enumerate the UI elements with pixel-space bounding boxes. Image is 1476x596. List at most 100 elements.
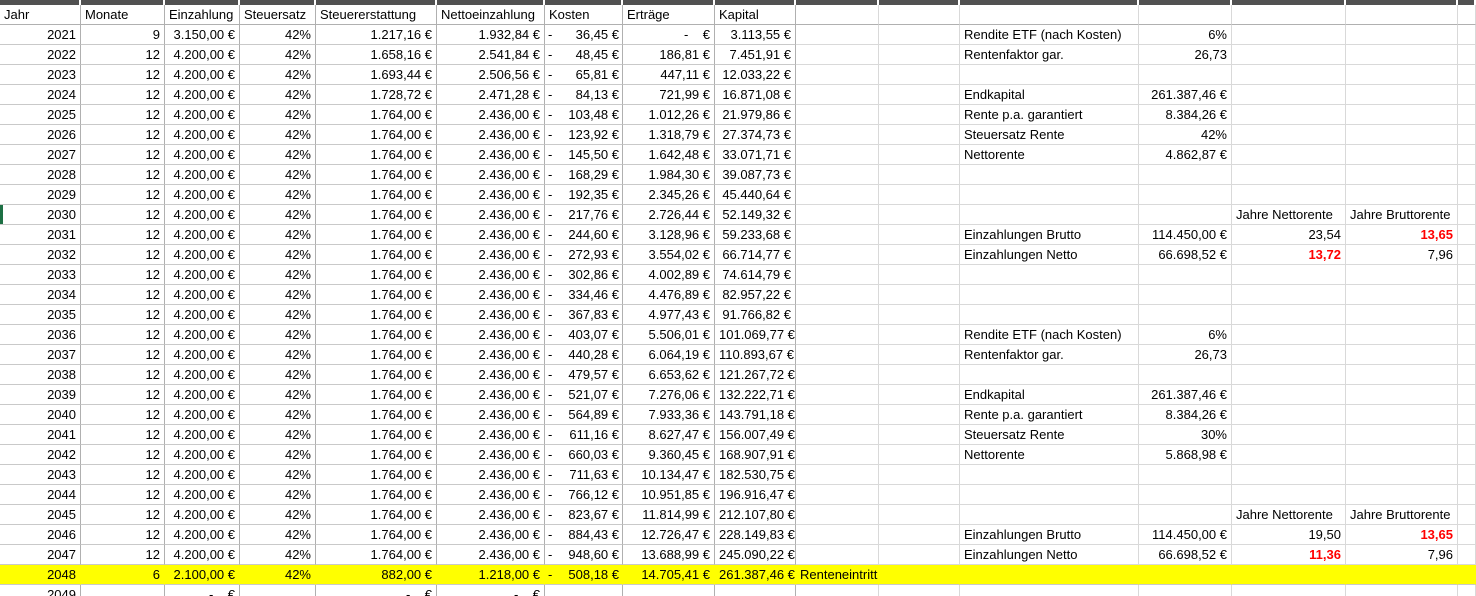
cell-note[interactable] — [796, 145, 879, 165]
cell-monate[interactable]: 12 — [81, 545, 165, 565]
cell-empty[interactable] — [1458, 345, 1476, 365]
cell-note[interactable] — [796, 205, 879, 225]
cell-summary-label[interactable] — [960, 565, 1139, 585]
cell-jahre-bruttorente[interactable] — [1346, 265, 1458, 285]
cell-steuererstattung[interactable]: 1.764,00 € — [316, 165, 437, 185]
cell-kosten[interactable]: - 84,13 € — [545, 85, 623, 105]
cell-jahre-nettorente[interactable] — [1232, 565, 1346, 585]
cell-kosten[interactable]: -479,57 € — [545, 365, 623, 385]
cell-steuererstattung[interactable]: 1.764,00 € — [316, 125, 437, 145]
cell-empty[interactable] — [1458, 365, 1476, 385]
cell-jahr[interactable]: 2034 — [0, 285, 81, 305]
cell-jahre-bruttorente[interactable] — [1346, 585, 1458, 596]
cell-jahre-bruttorente[interactable] — [1346, 5, 1458, 25]
cell-jahre-bruttorente[interactable]: 7,96 — [1346, 545, 1458, 565]
cell-steuersatz[interactable]: 42% — [240, 465, 316, 485]
cell-nettoeinzahlung[interactable]: 2.436,00 € — [437, 525, 545, 545]
cell-empty[interactable] — [1458, 65, 1476, 85]
cell-jahre-bruttorente[interactable] — [1346, 25, 1458, 45]
cell-steuersatz[interactable]: 42% — [240, 105, 316, 125]
cell-steuersatz[interactable]: 42% — [240, 305, 316, 325]
cell-summary-value[interactable] — [1139, 365, 1232, 385]
cell-jahr[interactable]: 2025 — [0, 105, 81, 125]
cell-kosten[interactable]: -123,92 € — [545, 125, 623, 145]
cell-empty[interactable] — [879, 165, 960, 185]
cell-einzahlung[interactable]: 4.200,00 € — [165, 205, 240, 225]
cell-summary-value[interactable]: 30% — [1139, 425, 1232, 445]
cell-summary-value[interactable] — [1139, 265, 1232, 285]
cell-ertraege[interactable]: 7.276,06 € — [623, 385, 715, 405]
cell-empty[interactable] — [879, 145, 960, 165]
cell-jahre-bruttorente[interactable] — [1346, 45, 1458, 65]
cell-summary-label[interactable]: Einzahlungen Brutto — [960, 525, 1139, 545]
cell-monate[interactable]: 9 — [81, 25, 165, 45]
cell-empty[interactable] — [879, 365, 960, 385]
cell-empty[interactable] — [1458, 405, 1476, 425]
cell-kosten[interactable]: -145,50 € — [545, 145, 623, 165]
cell-empty[interactable] — [879, 485, 960, 505]
cell-summary-label[interactable]: Rentenfaktor gar. — [960, 345, 1139, 365]
cell-empty[interactable] — [879, 45, 960, 65]
cell-jahre-bruttorente[interactable] — [1346, 165, 1458, 185]
cell-kosten[interactable]: - 36,45 € — [545, 25, 623, 45]
cell-jahr[interactable]: 2037 — [0, 345, 81, 365]
cell-nettoeinzahlung[interactable]: 2.436,00 € — [437, 185, 545, 205]
cell-empty[interactable] — [1458, 125, 1476, 145]
cell-nettoeinzahlung[interactable]: 1.932,84 € — [437, 25, 545, 45]
cell-summary-value[interactable]: 4.862,87 € — [1139, 145, 1232, 165]
cell-jahr[interactable]: 2036 — [0, 325, 81, 345]
cell-steuererstattung[interactable]: 1.764,00 € — [316, 205, 437, 225]
cell-jahre-nettorente[interactable] — [1232, 485, 1346, 505]
cell-jahr[interactable]: 2027 — [0, 145, 81, 165]
cell-nettoeinzahlung[interactable]: 2.436,00 € — [437, 245, 545, 265]
cell-jahr[interactable]: 2031 — [0, 225, 81, 245]
cell-summary-label[interactable]: Rentenfaktor gar. — [960, 45, 1139, 65]
cell-jahre-nettorente[interactable]: 19,50 — [1232, 525, 1346, 545]
cell-jahre-bruttorente[interactable] — [1346, 385, 1458, 405]
cell-steuersatz[interactable] — [240, 585, 316, 596]
cell-empty[interactable] — [879, 525, 960, 545]
cell-nettoeinzahlung[interactable]: 1.218,00 € — [437, 565, 545, 585]
cell-einzahlung[interactable]: 4.200,00 € — [165, 485, 240, 505]
cell-monate[interactable]: 12 — [81, 485, 165, 505]
cell-nettoeinzahlung[interactable]: 2.436,00 € — [437, 405, 545, 425]
cell-empty[interactable] — [879, 565, 960, 585]
cell-note[interactable] — [796, 305, 879, 325]
cell-einzahlung[interactable]: 4.200,00 € — [165, 305, 240, 325]
cell-jahre-nettorente[interactable]: 13,72 — [1232, 245, 1346, 265]
cell-steuererstattung[interactable]: 1.764,00 € — [316, 305, 437, 325]
cell-summary-value[interactable]: 42% — [1139, 125, 1232, 145]
cell-empty[interactable] — [879, 105, 960, 125]
cell-jahr[interactable]: 2049 — [0, 585, 81, 596]
cell-steuersatz[interactable]: 42% — [240, 85, 316, 105]
cell-summary-value[interactable]: 114.450,00 € — [1139, 225, 1232, 245]
cell-summary-value[interactable] — [1139, 65, 1232, 85]
cell-kapital[interactable]: 74.614,79 € — [715, 265, 796, 285]
cell-monate[interactable]: 12 — [81, 185, 165, 205]
cell-jahre-bruttorente[interactable] — [1346, 185, 1458, 205]
cell-summary-value[interactable] — [1139, 205, 1232, 225]
cell-note[interactable] — [796, 385, 879, 405]
cell-steuersatz[interactable]: 42% — [240, 45, 316, 65]
cell-empty[interactable] — [1458, 25, 1476, 45]
cell-empty[interactable] — [1458, 545, 1476, 565]
cell-summary-value[interactable]: 26,73 — [1139, 45, 1232, 65]
cell-nettoeinzahlung[interactable]: 2.436,00 € — [437, 305, 545, 325]
cell-jahre-nettorente[interactable] — [1232, 325, 1346, 345]
cell-kosten[interactable]: -564,89 € — [545, 405, 623, 425]
cell-kapital[interactable]: 182.530,75 € — [715, 465, 796, 485]
cell-jahre-nettorente[interactable] — [1232, 25, 1346, 45]
cell-summary-label[interactable]: Nettorente — [960, 145, 1139, 165]
cell-monate[interactable]: 12 — [81, 285, 165, 305]
cell-kapital[interactable]: 21.979,86 € — [715, 105, 796, 125]
cell-ertraege[interactable]: 8.627,47 € — [623, 425, 715, 445]
cell-kapital[interactable]: 168.907,91 € — [715, 445, 796, 465]
cell-empty[interactable] — [879, 285, 960, 305]
cell-empty[interactable] — [1458, 45, 1476, 65]
cell-summary-label[interactable]: Steuersatz Rente — [960, 425, 1139, 445]
cell-empty[interactable] — [1458, 505, 1476, 525]
cell-summary-value[interactable]: 261.387,46 € — [1139, 385, 1232, 405]
cell-steuersatz[interactable]: 42% — [240, 385, 316, 405]
cell-monate[interactable]: 12 — [81, 65, 165, 85]
cell-summary-value[interactable] — [1139, 305, 1232, 325]
